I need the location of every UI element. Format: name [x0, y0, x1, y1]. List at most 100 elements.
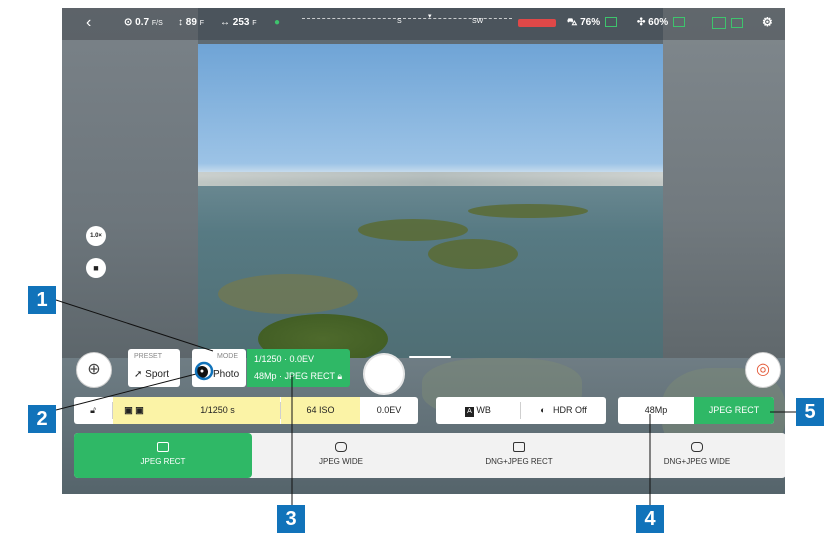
dng-wide-format-icon	[691, 442, 703, 452]
panel-handle[interactable]	[409, 356, 451, 358]
distance-indicator: ↔ 253 F	[220, 17, 257, 28]
gps-icon: ●	[274, 17, 281, 28]
preset-label: PRESET	[134, 353, 163, 360]
white-balance-field[interactable]: A WB	[436, 397, 520, 424]
ev-value: 0.0EV	[376, 405, 402, 415]
mode-value: Photo	[213, 369, 240, 380]
heading-marker-icon: ▾	[428, 13, 432, 20]
back-icon[interactable]: ‹	[86, 14, 91, 32]
callout-number: 5	[804, 401, 816, 423]
resolution-value: 48Mp	[644, 405, 668, 415]
altitude-indicator: ↕ 89 F	[178, 17, 204, 28]
callout-3: 3	[277, 505, 305, 533]
format-option-jpeg-wide[interactable]: JPEG WIDE	[252, 433, 430, 478]
zoom-label: 1.0×	[90, 233, 102, 239]
mode-label: MODE	[217, 353, 238, 360]
signal-icon	[712, 17, 726, 29]
exposure-summary-button[interactable]: 1/1250 · 0.0EV 48Mp · JPEG RECT 🔒︎	[247, 349, 350, 387]
wide-format-icon	[335, 442, 347, 452]
exposure-summary-line2: 48Mp · JPEG RECT	[254, 371, 335, 381]
controller-battery-indicator: ✣ 60%	[637, 17, 685, 28]
compass-s: S	[397, 18, 402, 25]
lock-icon: 🔒︎	[337, 371, 343, 381]
shutter-speed-value: 1/1250 s	[200, 405, 235, 415]
format-field[interactable]: JPEG RECT	[694, 397, 774, 424]
speed-icon: ⊙	[124, 17, 133, 28]
zoom-button[interactable]: 1.0×	[86, 226, 106, 246]
controller-icon: ✣	[637, 17, 646, 28]
drone-icon: ⛍	[567, 17, 578, 28]
distance-value: 253	[232, 17, 250, 28]
video-camera-icon[interactable]: ■	[86, 258, 106, 278]
iso-field[interactable]: 64 ISO	[281, 397, 360, 424]
marsh-island	[428, 239, 518, 269]
format-option-label: JPEG RECT	[140, 457, 186, 466]
controller-battery-value: 60%	[648, 17, 669, 28]
format-option-label: DNG+JPEG WIDE	[663, 457, 731, 466]
iso-value: 64 ISO	[306, 405, 335, 415]
callout-number: 1	[36, 289, 48, 311]
format-value: JPEG RECT	[708, 405, 760, 415]
preset-value-text: Sport	[145, 369, 170, 380]
compass-bar: S SW ▾	[302, 13, 512, 29]
exposure-summary-line1: 1/1250 · 0.0EV	[254, 354, 315, 364]
format-options: JPEG RECT JPEG WIDE DNG+JPEG RECT DNG+JP…	[74, 433, 785, 478]
callout-number: 4	[644, 508, 656, 530]
dpad-icon: ⊕	[87, 361, 101, 378]
distance-icon: ↔	[220, 17, 230, 28]
target-icon[interactable]: ◎	[745, 352, 781, 388]
callout-5: 5	[796, 398, 824, 426]
camera-icon: ●	[196, 366, 208, 378]
callout-number: 2	[36, 408, 48, 430]
drone-battery-indicator: ⛍ 76%	[567, 17, 617, 30]
sport-icon: ➚	[134, 369, 143, 380]
callout-1: 1	[28, 286, 56, 314]
speed-indicator: ⊙ 0.7 F/S	[124, 17, 163, 28]
callout-2: 2	[28, 405, 56, 433]
callout-number: 3	[285, 508, 297, 530]
battery-icon	[604, 17, 617, 28]
photo-format-row: 48Mp JPEG RECT	[618, 397, 774, 424]
obstacle-warning-indicator	[518, 19, 556, 27]
wb-hdr-row: A WB ◐ HDR Off	[436, 397, 606, 424]
exposure-settings-row: 🔓︎ ▣ ▣ 1/1250 s 64 ISO 0.0EV	[74, 397, 418, 424]
speed-value: 0.7	[135, 17, 150, 28]
auto-wb-icon: A	[465, 407, 474, 417]
exposure-summary-line2-wrap: 48Mp · JPEG RECT 🔒︎	[254, 371, 342, 382]
live-video-feed	[198, 44, 663, 364]
marsh-island	[468, 204, 588, 218]
marsh-island	[358, 219, 468, 241]
mode-selector[interactable]: MODE ● Photo	[192, 349, 246, 387]
hdr-value: HDR Off	[553, 405, 587, 415]
gear-icon[interactable]: ⚙	[762, 15, 773, 29]
dng-rect-format-icon	[513, 442, 525, 452]
shutter-button[interactable]	[363, 353, 405, 395]
shoreline	[198, 172, 663, 186]
compass-sw: SW	[472, 18, 484, 25]
format-option-jpeg-rect[interactable]: JPEG RECT	[74, 433, 252, 478]
lock-exposure-button[interactable]: 🔓︎	[74, 397, 112, 424]
format-option-dng-jpeg-rect[interactable]: DNG+JPEG RECT	[430, 433, 608, 478]
battery-icon	[672, 17, 685, 28]
preset-value: ➚ Sport	[134, 369, 169, 380]
shutter-speed-field[interactable]: 1/1250 s	[155, 397, 280, 424]
drone-camera-screen: ‹ ⊙ 0.7 F/S ↕ 89 F ↔ 253 F ● S SW ▾ ⛍ 76…	[62, 8, 785, 494]
distance-unit: F	[252, 20, 257, 27]
format-option-dng-jpeg-wide[interactable]: DNG+JPEG WIDE	[608, 433, 785, 478]
unlock-icon: 🔓︎	[90, 405, 96, 415]
preset-selector[interactable]: PRESET ➚ Sport	[128, 349, 180, 387]
auto-exposure-toggle[interactable]: ▣ ▣	[113, 397, 155, 424]
signal-strength-icon	[730, 18, 743, 28]
marsh-island	[218, 274, 358, 314]
callout-4: 4	[636, 505, 664, 533]
ev-field[interactable]: 0.0EV	[360, 397, 418, 424]
video-margin-left	[62, 8, 198, 358]
format-option-label: JPEG WIDE	[318, 457, 363, 466]
video-margin-right	[663, 8, 785, 358]
drone-battery-value: 76%	[580, 17, 601, 28]
signal-indicator	[710, 17, 743, 29]
joystick-button[interactable]: ⊕	[76, 352, 112, 388]
resolution-field[interactable]: 48Mp	[618, 397, 694, 424]
altitude-value: 89	[185, 17, 197, 28]
hdr-toggle[interactable]: ◐ HDR Off	[521, 397, 606, 424]
